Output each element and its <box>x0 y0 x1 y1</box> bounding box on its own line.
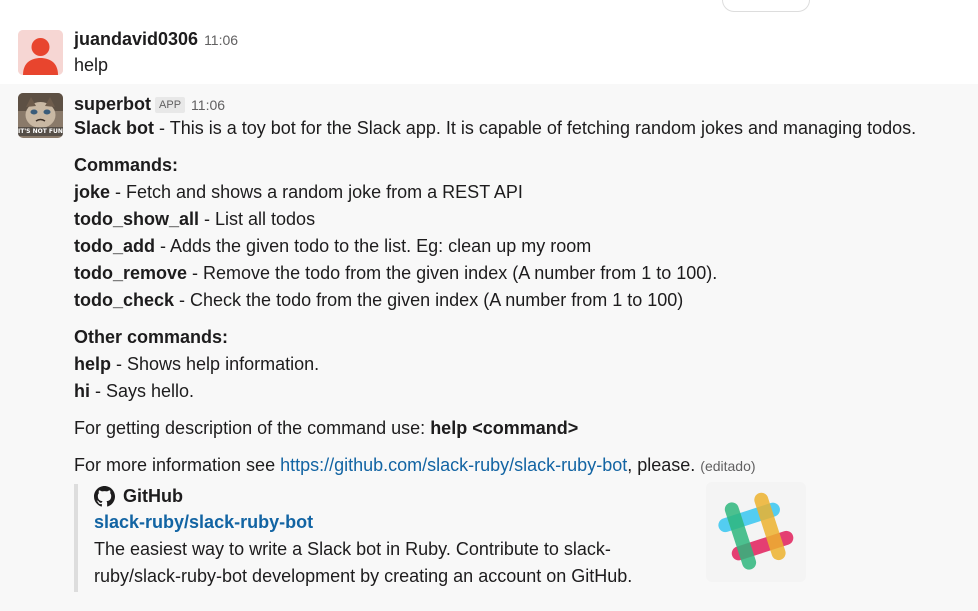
message-header: juandavid0306 11:06 <box>74 28 958 50</box>
user-silhouette-icon <box>18 30 63 75</box>
other-commands-heading: Other commands: <box>74 327 229 347</box>
usage-line: For getting description of the command u… <box>74 415 958 442</box>
message-juandavid: juandavid0306 11:06 help <box>0 22 978 84</box>
attachment-thumbnail[interactable] <box>706 482 806 582</box>
intro-line: Slack bot - This is a toy bot for the Sl… <box>74 115 958 142</box>
more-info-suffix: , please. <box>627 455 696 475</box>
intro-bold: Slack bot <box>74 118 155 138</box>
toolbar-pill-button[interactable] <box>722 0 810 12</box>
message-text: help <box>74 55 109 75</box>
command-desc: - Shows help information. <box>111 354 320 374</box>
timestamp[interactable]: 11:06 <box>191 97 225 113</box>
command-line: todo_add - Adds the given todo to the li… <box>74 233 958 260</box>
avatar-superbot[interactable]: IT'S NOT FUNNY <box>18 93 63 138</box>
command-line: todo_check - Check the todo from the giv… <box>74 287 958 314</box>
github-repo-link[interactable]: https://github.com/slack-ruby/slack-ruby… <box>280 455 627 475</box>
command-name: hi <box>74 381 90 401</box>
edited-label: (editado) <box>700 458 756 474</box>
service-name: GitHub <box>123 486 183 506</box>
command-desc: - Check the todo from the given index (A… <box>174 290 684 310</box>
app-badge: APP <box>155 97 186 113</box>
intro-text: - This is a toy bot for the Slack app. I… <box>154 118 917 138</box>
message-superbot: IT'S NOT FUNNY superbotAPP 11:06 Slack bo… <box>0 84 978 611</box>
command-desc: - Fetch and shows a random joke from a R… <box>110 182 523 202</box>
command-name: todo_show_all <box>74 209 200 229</box>
command-line: todo_show_all - List all todos <box>74 206 958 233</box>
command-desc: - Says hello. <box>90 381 195 401</box>
command-desc: - List all todos <box>199 209 316 229</box>
github-icon <box>94 485 115 506</box>
command-line: todo_remove - Remove the todo from the g… <box>74 260 958 287</box>
author-name[interactable]: juandavid0306 <box>74 29 198 49</box>
message-header: superbot APP 11:06 <box>74 93 958 115</box>
attachment-description: The easiest way to write a Slack bot in … <box>94 539 633 586</box>
attachment-title-link[interactable]: slack-ruby/slack-ruby-bot <box>94 512 313 532</box>
avatar-caption: IT'S NOT FUNNY <box>18 128 63 135</box>
command-desc: - Remove the todo from the given index (… <box>187 263 718 283</box>
command-line: hi - Says hello. <box>74 378 958 405</box>
slack-logo-icon <box>718 492 794 570</box>
command-desc: - Adds the given todo to the list. Eg: c… <box>155 236 592 256</box>
usage-command: help <command> <box>430 418 579 438</box>
usage-text: For getting description of the command u… <box>74 418 431 438</box>
command-name: todo_add <box>74 236 155 256</box>
command-line: joke - Fetch and shows a random joke fro… <box>74 179 958 206</box>
timestamp[interactable]: 11:06 <box>204 32 238 48</box>
command-name: joke <box>74 182 111 202</box>
command-name: todo_check <box>74 290 175 310</box>
commands-heading: Commands: <box>74 155 179 175</box>
more-info-prefix: For more information see <box>74 455 281 475</box>
avatar-juandavid[interactable] <box>18 30 63 75</box>
command-name: help <box>74 354 112 374</box>
command-name: todo_remove <box>74 263 188 283</box>
more-info-line: For more information see https://github.… <box>74 452 958 480</box>
link-unfurl-attachment: GitHub slack-ruby/slack-ruby-bot The eas… <box>74 482 824 592</box>
author-name[interactable]: superbot <box>74 94 151 114</box>
command-line: help - Shows help information. <box>74 351 958 378</box>
